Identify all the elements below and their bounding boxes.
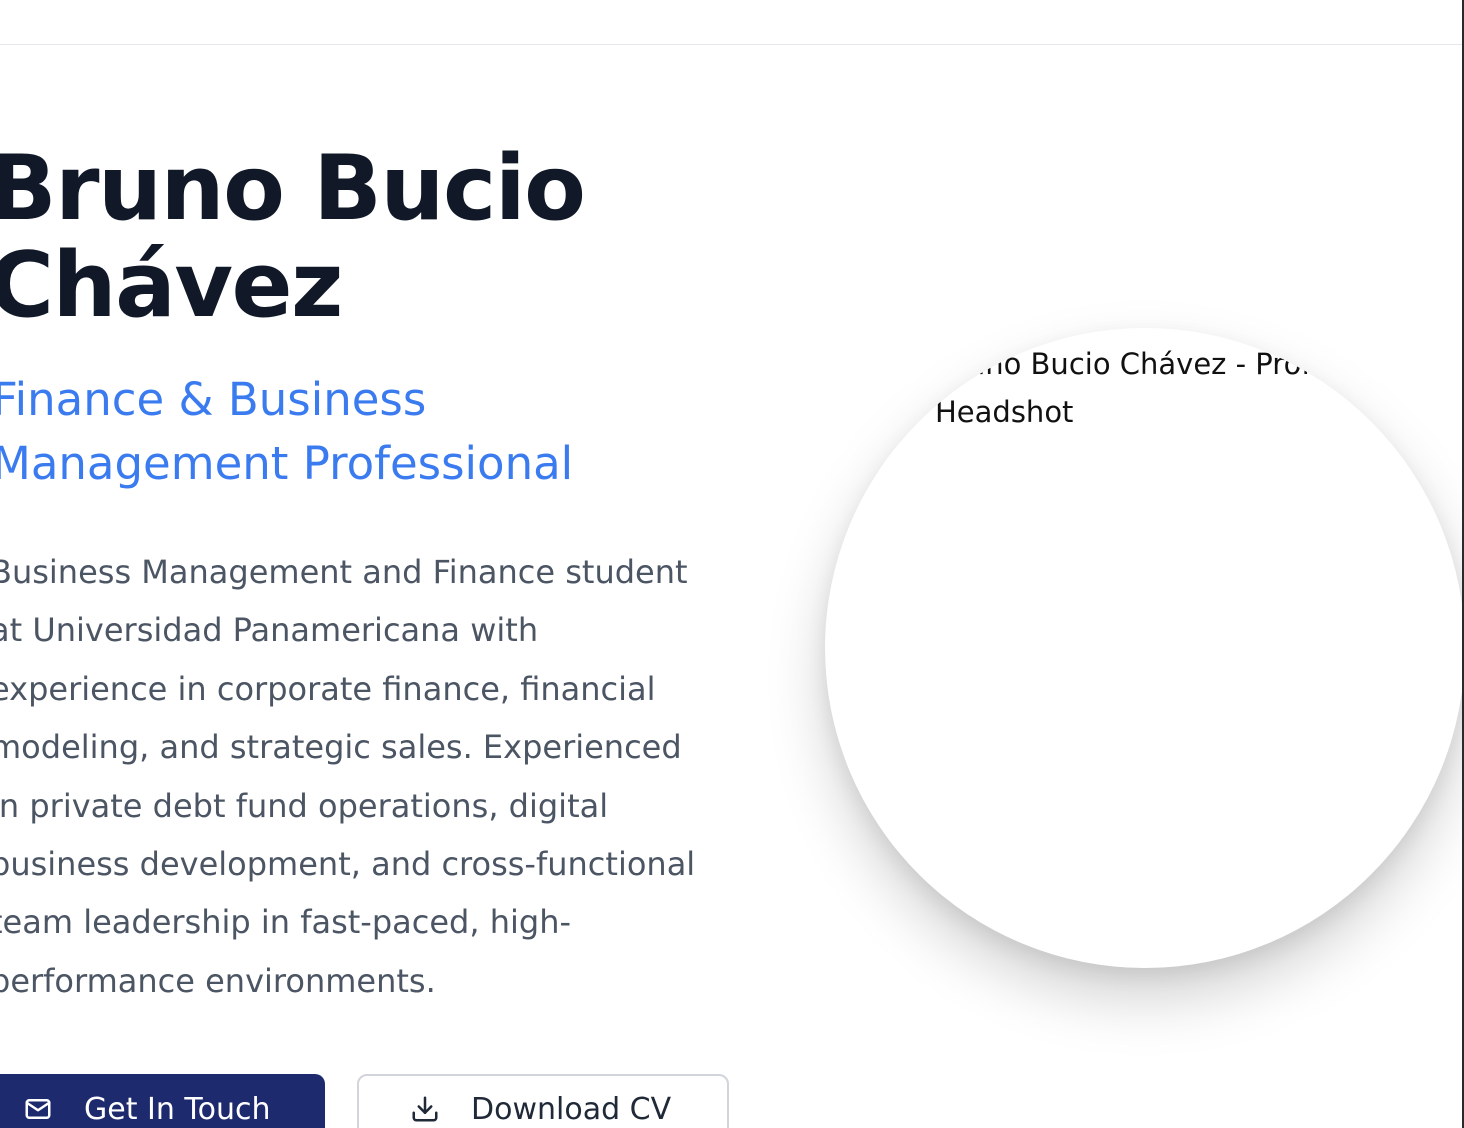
- page: Bruno Bucio Chávez Finance & Business Ma…: [0, 0, 1464, 1128]
- download-cv-label: Download CV: [471, 1091, 672, 1127]
- bio-line: team leadership in fast-paced, high-: [0, 903, 572, 942]
- name-line-2: Chávez: [0, 233, 343, 338]
- bio-line: performance environments.: [0, 961, 436, 1000]
- hero-name-heading: Bruno Bucio Chávez: [0, 136, 586, 338]
- hero-section: Bruno Bucio Chávez Finance & Business Ma…: [0, 0, 1464, 1128]
- hero-bio: Business Management and Finance student …: [0, 543, 750, 1010]
- bio-line: at Universidad Panamericana with: [0, 611, 539, 650]
- download-icon: [409, 1093, 441, 1125]
- name-line-1: Bruno Bucio: [0, 136, 586, 241]
- bio-line: in private debt fund operations, digital: [0, 786, 609, 825]
- bio-line: Business Management and Finance student: [0, 553, 688, 591]
- mail-icon: [22, 1093, 54, 1125]
- profile-photo-alt-container: Bruno Bucio Chávez - Professional Headsh…: [825, 328, 1464, 968]
- bio-line: experience in corporate finance, financi…: [0, 669, 656, 708]
- bio-line: business development, and cross-function…: [0, 845, 696, 884]
- download-cv-button[interactable]: Download CV: [357, 1074, 729, 1128]
- subtitle-line-2: Management Professional: [0, 437, 574, 490]
- profile-photo-alt-text: Bruno Bucio Chávez - Professional Headsh…: [935, 347, 1430, 429]
- get-in-touch-label: Get In Touch: [84, 1091, 271, 1127]
- get-in-touch-button[interactable]: Get In Touch: [0, 1074, 325, 1128]
- subtitle-line-1: Finance & Business: [0, 373, 427, 426]
- profile-photo: Bruno Bucio Chávez - Professional Headsh…: [825, 328, 1464, 968]
- bio-line: modeling, and strategic sales. Experienc…: [0, 728, 682, 767]
- hero-subtitle: Finance & Business Management Profession…: [0, 368, 573, 496]
